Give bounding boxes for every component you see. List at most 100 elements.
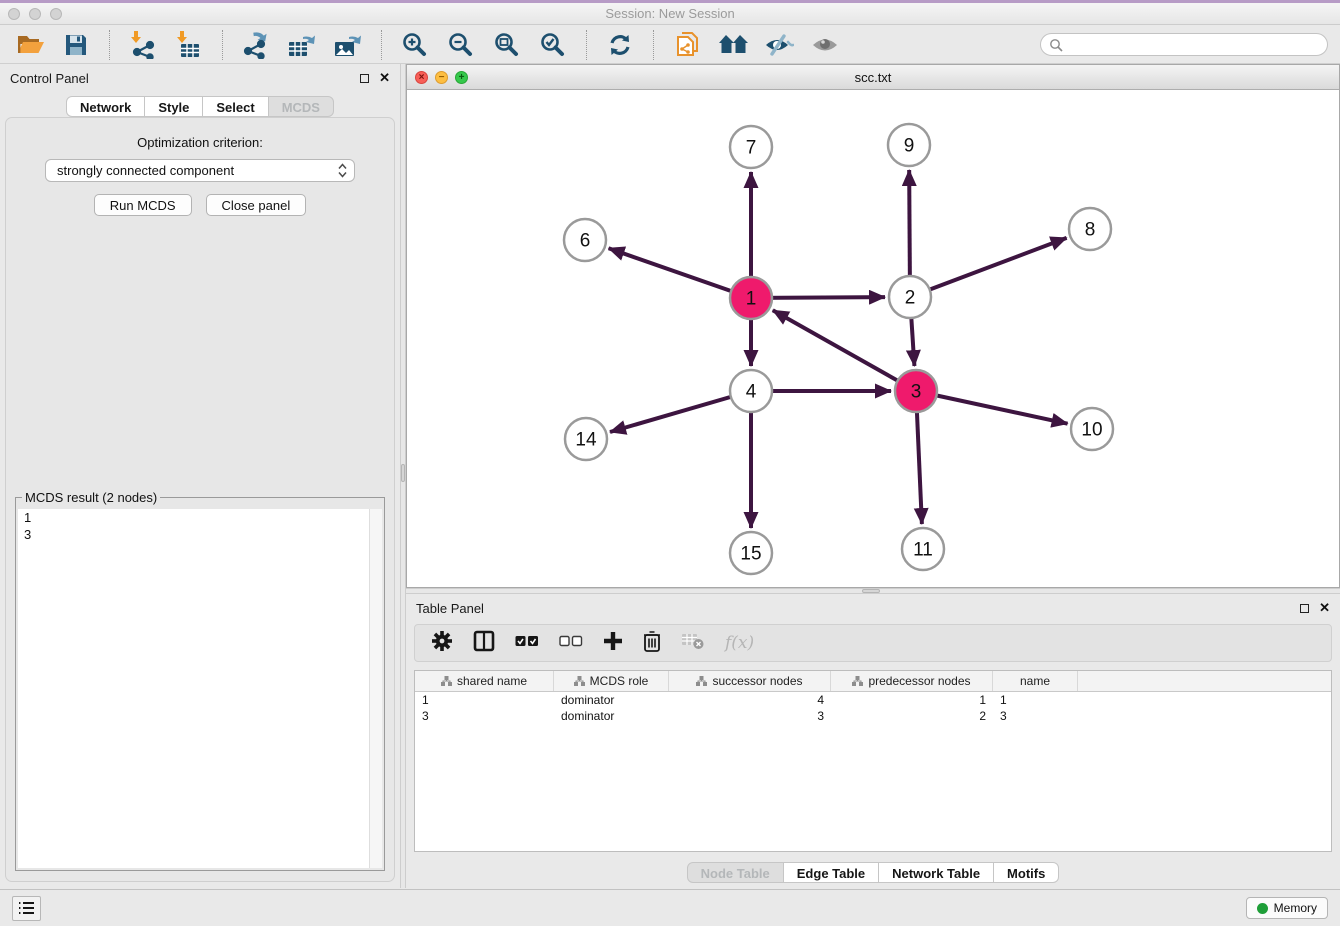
table-cell[interactable]: 2 xyxy=(831,709,993,723)
tab-node-table[interactable]: Node Table xyxy=(687,862,784,883)
table-panel-header: Table Panel xyxy=(406,594,1340,622)
create-column-button[interactable] xyxy=(603,631,623,656)
run-mcds-button[interactable]: Run MCDS xyxy=(94,194,192,216)
column-header-predecessor-nodes[interactable]: predecessor nodes xyxy=(831,671,993,691)
save-session-button[interactable] xyxy=(58,29,94,61)
table-cell[interactable]: 1 xyxy=(993,693,1078,707)
memory-button[interactable]: Memory xyxy=(1246,897,1328,919)
import-table-button[interactable] xyxy=(171,29,207,61)
tab-style[interactable]: Style xyxy=(144,96,203,117)
float-panel-icon[interactable] xyxy=(360,74,369,83)
close-window-icon[interactable] xyxy=(8,8,20,20)
column-header-name[interactable]: name xyxy=(993,671,1078,691)
result-line: 1 xyxy=(18,509,382,526)
splitter-grip[interactable] xyxy=(862,589,880,593)
tab-network-table[interactable]: Network Table xyxy=(878,862,994,883)
minimize-view-icon[interactable] xyxy=(435,71,448,84)
task-history-button[interactable] xyxy=(12,896,41,921)
select-all-button[interactable] xyxy=(515,634,539,652)
save-icon xyxy=(64,33,88,57)
status-bar: Memory xyxy=(0,889,1340,926)
network-window-titlebar[interactable]: scc.txt xyxy=(407,65,1339,90)
zoom-fit-button[interactable] xyxy=(489,29,525,61)
minimize-window-icon[interactable] xyxy=(29,8,41,20)
table-cell[interactable]: 3 xyxy=(415,709,554,723)
network-canvas[interactable]: 7968124314101511 xyxy=(407,90,1339,587)
close-panel-icon[interactable] xyxy=(379,73,390,83)
criterion-dropdown[interactable]: strongly connected component xyxy=(45,159,355,182)
open-session-button[interactable] xyxy=(12,29,48,61)
tab-mcds[interactable]: MCDS xyxy=(268,96,334,117)
hide-selected-button[interactable] xyxy=(761,29,797,61)
control-panel: Control Panel NetworkStyleSelectMCDS Opt… xyxy=(0,64,400,888)
delete-column-button[interactable] xyxy=(643,630,661,657)
tab-network[interactable]: Network xyxy=(66,96,145,117)
network-canvas-svg: 7968124314101511 xyxy=(407,90,1339,587)
refresh-button[interactable] xyxy=(602,29,638,61)
table-cell[interactable]: 3 xyxy=(669,709,831,723)
zoom-fit-icon xyxy=(494,32,520,58)
export-image-button[interactable] xyxy=(330,29,366,61)
close-view-icon[interactable] xyxy=(415,71,428,84)
deselect-all-button[interactable] xyxy=(559,634,583,652)
graph-node-label: 4 xyxy=(746,382,757,403)
sort-hierarchy-icon xyxy=(852,676,863,686)
table-cell[interactable]: dominator xyxy=(554,693,669,707)
show-columns-button[interactable] xyxy=(473,630,495,657)
criterion-dropdown-value: strongly connected component xyxy=(57,163,234,178)
table-cell[interactable]: dominator xyxy=(554,709,669,723)
graph-node-label: 8 xyxy=(1085,220,1096,241)
table-row[interactable]: 3dominator323 xyxy=(415,708,1331,724)
add-icon xyxy=(603,631,623,651)
export-table-button[interactable] xyxy=(284,29,320,61)
column-header-successor-nodes[interactable]: successor nodes xyxy=(669,671,831,691)
graph-node-label: 3 xyxy=(911,382,922,403)
column-header-label: shared name xyxy=(457,674,527,688)
result-scrollbar[interactable] xyxy=(369,509,382,868)
window-controls-inactive[interactable] xyxy=(8,8,62,20)
delete-table-button[interactable] xyxy=(681,632,705,655)
import-network-button[interactable] xyxy=(125,29,161,61)
graph-node-label: 1 xyxy=(746,289,757,310)
table-cell[interactable]: 3 xyxy=(993,709,1078,723)
zoom-selected-button[interactable] xyxy=(535,29,571,61)
mcds-result-list[interactable]: 13 xyxy=(18,509,382,868)
column-header-label: predecessor nodes xyxy=(868,674,970,688)
table-cell[interactable]: 1 xyxy=(831,693,993,707)
graph-edge-1-6[interactable] xyxy=(609,248,751,298)
table-toolbar: f(x) xyxy=(414,624,1332,662)
graph-node-label: 15 xyxy=(740,544,761,565)
graph-edge-3-10[interactable] xyxy=(916,391,1068,424)
control-panel-tabs: NetworkStyleSelectMCDS xyxy=(0,96,400,117)
close-panel-icon[interactable] xyxy=(1319,603,1330,613)
delete-table-icon xyxy=(681,632,705,650)
table-row[interactable]: 1dominator411 xyxy=(415,692,1331,708)
tab-select[interactable]: Select xyxy=(202,96,268,117)
tab-motifs[interactable]: Motifs xyxy=(993,862,1059,883)
maximize-view-icon[interactable] xyxy=(455,71,468,84)
graph-edge-2-8[interactable] xyxy=(910,238,1067,297)
search-field[interactable] xyxy=(1040,33,1328,56)
screen-top-edge xyxy=(0,0,1340,3)
zoom-in-button[interactable] xyxy=(397,29,433,61)
tab-edge-table[interactable]: Edge Table xyxy=(783,862,879,883)
function-builder-button[interactable]: f(x) xyxy=(725,633,754,653)
export-network-button[interactable] xyxy=(238,29,274,61)
graph-edge-3-1[interactable] xyxy=(773,310,916,391)
close-panel-button[interactable]: Close panel xyxy=(206,194,307,216)
column-header-mcds-role[interactable]: MCDS role xyxy=(554,671,669,691)
show-all-button[interactable] xyxy=(807,29,843,61)
duplicate-network-button[interactable] xyxy=(669,29,705,61)
float-panel-icon[interactable] xyxy=(1300,604,1309,613)
splitter-grip[interactable] xyxy=(401,464,405,482)
zoom-window-icon[interactable] xyxy=(50,8,62,20)
memory-label: Memory xyxy=(1274,901,1317,915)
home-button[interactable] xyxy=(715,29,751,61)
zoom-out-button[interactable] xyxy=(443,29,479,61)
table-cell[interactable]: 1 xyxy=(415,693,554,707)
search-input[interactable] xyxy=(1068,38,1319,52)
table-cell[interactable]: 4 xyxy=(669,693,831,707)
table-header-row: shared name MCDS rolesuccessor nodes prede… xyxy=(415,671,1331,692)
table-settings-button[interactable] xyxy=(431,630,453,657)
column-header-shared-name[interactable]: shared name xyxy=(415,671,554,691)
